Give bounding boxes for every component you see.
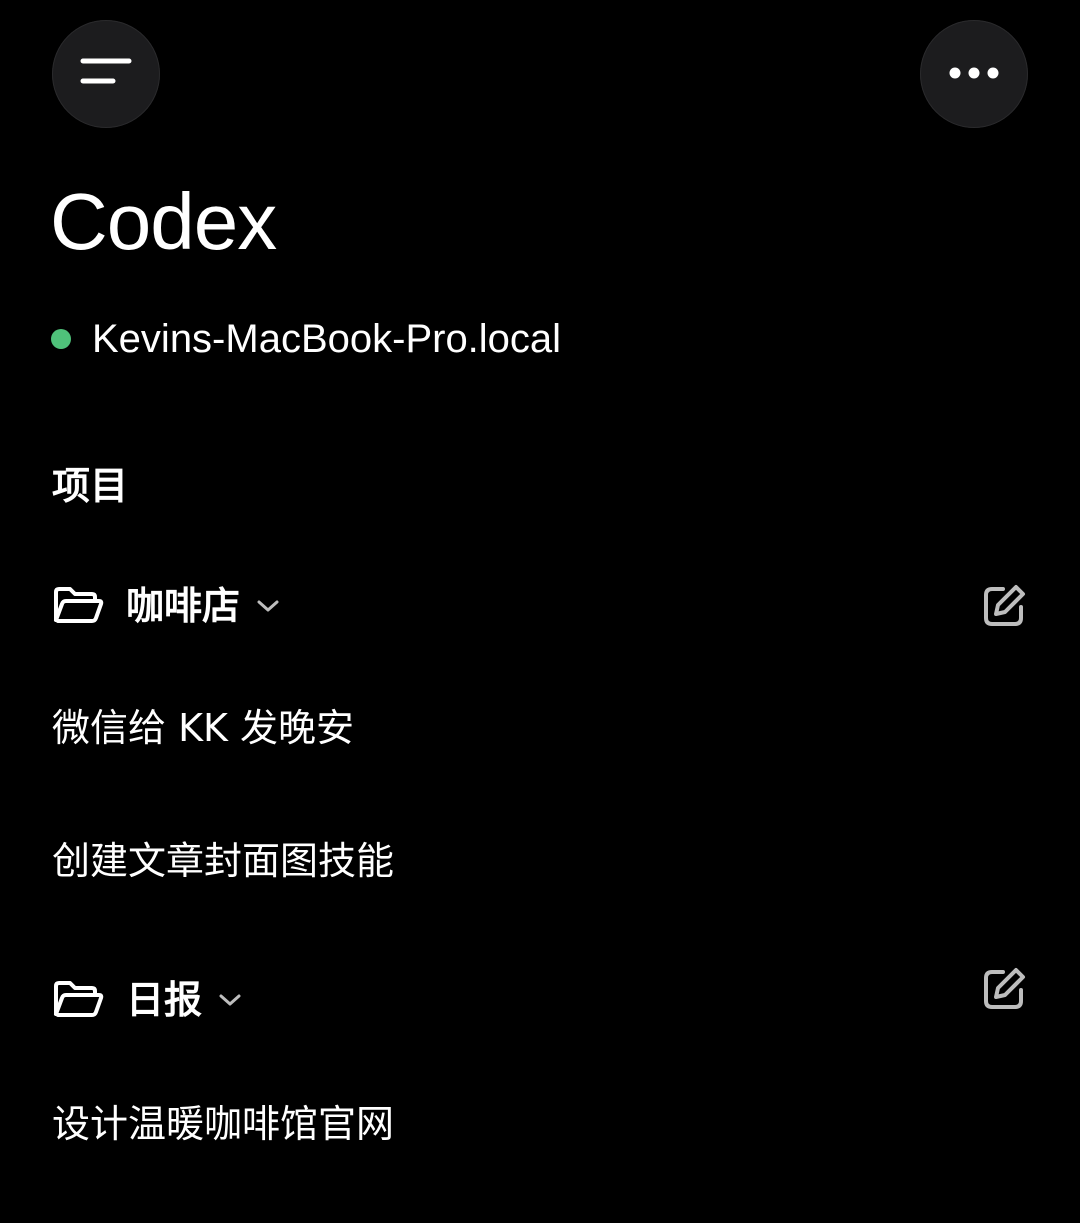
thread-item[interactable]: 设计温暖咖啡馆官网: [52, 1098, 394, 1150]
thread-item[interactable]: 微信给 KK 发晚安: [52, 702, 354, 754]
menu-icon: [80, 55, 132, 93]
edit-icon[interactable]: [980, 965, 1028, 1013]
host-name: Kevins-MacBook-Pro.local: [92, 317, 562, 361]
project-row[interactable]: 日报: [52, 968, 1028, 1030]
chevron-down-icon[interactable]: [218, 987, 244, 1013]
edit-icon[interactable]: [980, 582, 1028, 630]
folder-open-icon: [52, 978, 104, 1022]
section-label-projects: 项目: [52, 464, 129, 508]
menu-button[interactable]: [52, 20, 160, 128]
project-name: 咖啡店: [126, 584, 241, 628]
chevron-down-icon[interactable]: [256, 593, 282, 619]
connection-status[interactable]: Kevins-MacBook-Pro.local: [50, 312, 561, 366]
status-dot: [51, 329, 71, 349]
more-options-button[interactable]: [920, 20, 1028, 128]
more-horizontal-icon: [948, 65, 1000, 84]
page-title: Codex: [50, 177, 277, 266]
project-name: 日报: [126, 978, 203, 1022]
project-row[interactable]: 咖啡店: [52, 576, 1028, 636]
thread-item[interactable]: 创建文章封面图技能: [52, 835, 394, 887]
folder-open-icon: [52, 584, 104, 628]
